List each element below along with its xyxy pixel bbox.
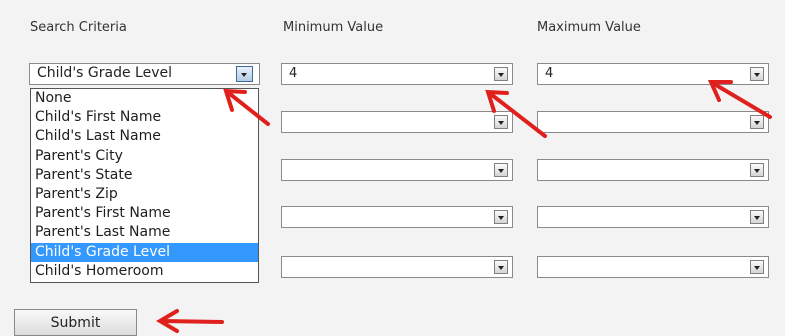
annotation-arrows	[156, 80, 772, 333]
arrow-icon-criteria	[223, 88, 270, 126]
arrow-icon-max	[707, 80, 772, 119]
arrow-icon-submit	[156, 309, 224, 333]
arrow-icon-min	[485, 89, 547, 138]
